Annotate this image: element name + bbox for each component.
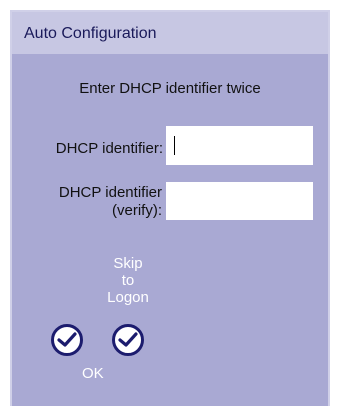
skip-to-logon-label: Skip to Logon: [98, 255, 158, 306]
dhcp-identifier-verify-input[interactable]: [166, 182, 313, 220]
dhcp-identifier-label: DHCP identifier:: [55, 140, 163, 157]
dhcp-identifier-verify-label: DHCP identifier (verify):: [32, 184, 162, 220]
dialog-titlebar: Auto Configuration: [12, 12, 328, 54]
dhcp-identifier-input[interactable]: [166, 126, 313, 165]
checkmark-icon: [118, 332, 138, 347]
verify-label-line2: (verify):: [112, 202, 162, 219]
text-cursor: [174, 136, 175, 155]
ok-button[interactable]: [51, 324, 83, 356]
skip-label-line3: Logon: [107, 289, 149, 306]
skip-to-logon-button[interactable]: [112, 324, 144, 356]
auto-configuration-dialog: Auto Configuration Enter DHCP identifier…: [10, 10, 330, 406]
verify-label-line1: DHCP identifier: [58, 184, 162, 201]
checkmark-icon: [57, 332, 77, 347]
instruction-text: Enter DHCP identifier twice: [79, 80, 261, 97]
skip-label-line1: Skip: [113, 255, 143, 272]
skip-label-line2: to: [121, 272, 135, 289]
ok-label: OK: [82, 365, 104, 382]
dialog-title: Auto Configuration: [24, 25, 157, 42]
